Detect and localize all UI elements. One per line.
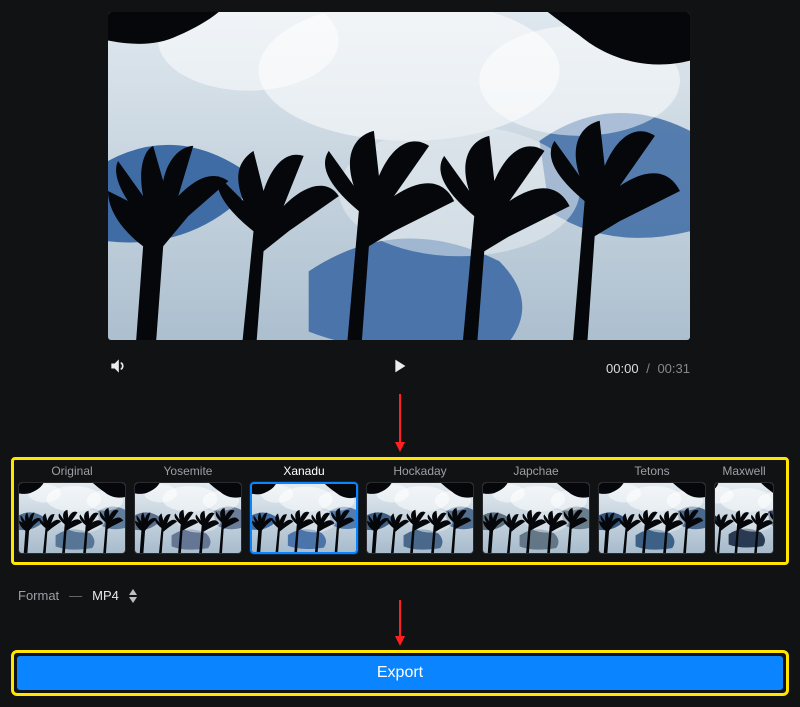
filter-label: Japchae (513, 464, 558, 478)
export-button-label: Export (377, 664, 423, 682)
filter-maxwell[interactable]: Maxwell (714, 464, 774, 558)
filter-thumbnail (134, 482, 242, 554)
filter-japchae[interactable]: Japchae (482, 464, 590, 558)
format-value: MP4 (92, 588, 119, 603)
chevron-down-icon (129, 597, 137, 603)
filter-thumbnail (714, 482, 774, 554)
export-button[interactable]: Export (17, 656, 783, 690)
current-time: 00:00 (606, 361, 639, 376)
filter-label: Tetons (634, 464, 669, 478)
filter-thumbnail (250, 482, 358, 554)
volume-icon[interactable] (108, 356, 128, 381)
duration: 00:31 (657, 361, 690, 376)
format-row: Format — MP4 (18, 588, 137, 603)
format-stepper[interactable] (129, 589, 137, 603)
annotation-arrow-icon (399, 600, 401, 644)
filter-strip: Original Yosemite Xanadu Hockaday Japchae Tet… (11, 457, 789, 565)
filter-xanadu[interactable]: Xanadu (250, 464, 358, 558)
export-frame: Export (11, 650, 789, 696)
play-button[interactable] (388, 355, 410, 382)
filter-label: Original (51, 464, 92, 478)
time-readout: 00:00 / 00:31 (606, 361, 690, 376)
filter-thumbnail (18, 482, 126, 554)
player-controls: 00:00 / 00:31 (108, 352, 690, 384)
filter-original[interactable]: Original (18, 464, 126, 558)
filter-yosemite[interactable]: Yosemite (134, 464, 242, 558)
format-dash: — (69, 588, 82, 603)
filter-label: Maxwell (722, 464, 765, 478)
filter-thumbnail (366, 482, 474, 554)
filter-label: Yosemite (164, 464, 213, 478)
filter-label: Hockaday (393, 464, 446, 478)
filter-thumbnail (482, 482, 590, 554)
filter-hockaday[interactable]: Hockaday (366, 464, 474, 558)
video-preview[interactable] (108, 12, 690, 340)
filter-label: Xanadu (283, 464, 324, 478)
time-separator: / (642, 361, 654, 376)
filter-tetons[interactable]: Tetons (598, 464, 706, 558)
format-label: Format (18, 588, 59, 603)
annotation-arrow-icon (399, 394, 401, 450)
filter-thumbnail (598, 482, 706, 554)
chevron-up-icon (129, 589, 137, 595)
